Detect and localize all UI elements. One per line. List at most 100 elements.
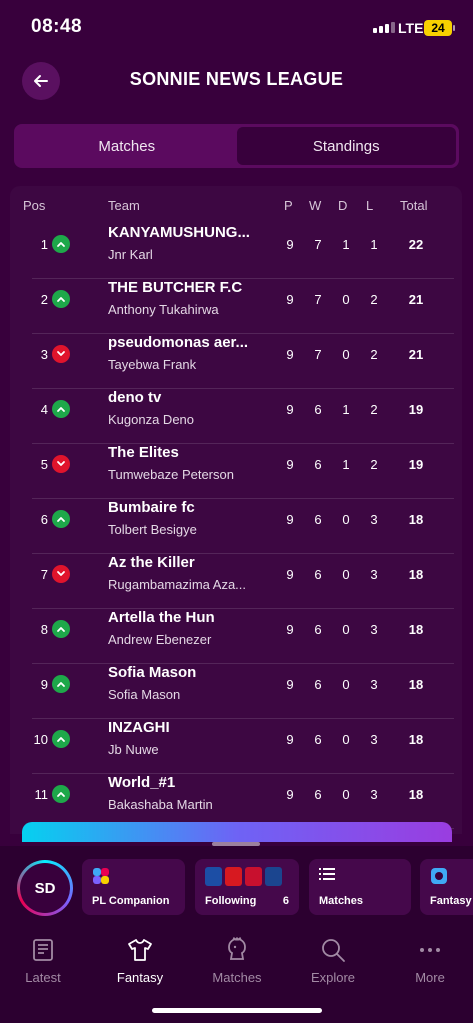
club-badges-icon: [205, 867, 285, 886]
team-name: deno tv: [108, 389, 162, 406]
team-name: pseudomonas aer...: [108, 334, 249, 351]
manager-name: Rugambamazima Aza...: [108, 577, 247, 592]
lost-value: 3: [370, 677, 378, 692]
lost-value: 1: [370, 237, 378, 252]
network-label: LTE: [398, 20, 424, 36]
matches-card[interactable]: Matches: [309, 859, 411, 915]
team-name: Bumbaire fc: [108, 499, 195, 516]
chevron-up-icon: [52, 785, 70, 803]
position-number: 11: [34, 787, 49, 802]
position-number: 1: [40, 237, 48, 252]
status-bar: 08:48 LTE 24: [0, 0, 473, 56]
won-value: 7: [314, 347, 322, 362]
position-number: 10: [33, 732, 48, 747]
search-icon: [286, 936, 380, 964]
nav-latest[interactable]: Latest: [0, 936, 90, 985]
team-name: World_#1: [108, 774, 176, 791]
table-row[interactable]: 11 World_#1 Bakashaba Martin 9 6 0 3 18: [32, 774, 454, 829]
list-icon: [319, 867, 335, 886]
drawn-value: 0: [342, 512, 350, 527]
chevron-up-icon: [52, 620, 70, 638]
pl-companion-card[interactable]: PL Companion: [82, 859, 185, 915]
lost-value: 2: [370, 457, 378, 472]
played-value: 9: [286, 237, 294, 252]
played-value: 9: [286, 347, 294, 362]
team-name: THE BUTCHER F.C: [108, 279, 243, 296]
total-points: 18: [408, 787, 424, 802]
played-value: 9: [286, 787, 294, 802]
table-row[interactable]: 1 KANYAMUSHUNG... Jnr Karl 9 7 1 1 22: [32, 224, 454, 279]
header-played: P: [284, 198, 293, 213]
drawn-value: 0: [342, 732, 350, 747]
nav-matches[interactable]: Matches: [190, 936, 284, 985]
manager-name: Anthony Tukahirwa: [108, 302, 219, 317]
fantasy-card[interactable]: Fantasy: [420, 859, 473, 915]
shortcut-strip: SD PL Companion Following 6 Matches Fant…: [0, 846, 473, 928]
team-name: KANYAMUSHUNG...: [108, 224, 250, 241]
following-label: Following: [205, 895, 257, 907]
chevron-up-icon: [52, 675, 70, 693]
header-drawn: D: [338, 198, 348, 213]
total-points: 21: [408, 292, 424, 307]
chevron-up-icon: [52, 730, 70, 748]
manager-name: Tayebwa Frank: [108, 357, 197, 372]
table-row[interactable]: 7 Az the Killer Rugambamazima Aza... 9 6 0 3 18: [32, 554, 454, 609]
tab-standings[interactable]: Standings: [236, 127, 456, 165]
table-row[interactable]: 6 Bumbaire fc Tolbert Besigye 9 6 0 3 18: [32, 499, 454, 554]
avatar[interactable]: SD: [17, 860, 73, 916]
lost-value: 3: [370, 622, 378, 637]
nav-explore[interactable]: Explore: [286, 936, 380, 985]
played-value: 9: [286, 512, 294, 527]
lost-value: 2: [370, 402, 378, 417]
table-row[interactable]: 3 pseudomonas aer... Tayebwa Frank 9 7 0 2 21: [32, 334, 454, 389]
table-row[interactable]: 8 Artella the Hun Andrew Ebenezer 9 6 0 3 18: [32, 609, 454, 664]
manager-name: Bakashaba Martin: [108, 797, 213, 812]
position-number: 9: [40, 677, 48, 692]
home-indicator: [152, 1008, 322, 1013]
table-row[interactable]: 4 deno tv Kugonza Deno 9 6 1 2 19: [32, 389, 454, 444]
drawn-value: 0: [342, 292, 350, 307]
won-value: 6: [314, 622, 322, 637]
team-name: Artella the Hun: [108, 609, 215, 626]
nav-fantasy-label: Fantasy: [116, 970, 164, 985]
team-name: INZAGHI: [108, 719, 170, 736]
following-card[interactable]: Following 6: [195, 859, 299, 915]
nav-matches-label: Matches: [212, 970, 262, 985]
pl-companion-label: PL Companion: [92, 895, 170, 907]
position-number: 7: [40, 567, 48, 582]
manager-name: Andrew Ebenezer: [108, 632, 212, 647]
drawn-value: 0: [342, 677, 350, 692]
total-points: 18: [408, 567, 424, 582]
won-value: 6: [314, 402, 322, 417]
table-row[interactable]: 10 INZAGHI Jb Nuwe 9 6 0 3 18: [32, 719, 454, 774]
position-number: 2: [40, 292, 48, 307]
chevron-up-icon: [52, 400, 70, 418]
nav-fantasy[interactable]: Fantasy: [93, 936, 187, 985]
fantasy-label: Fantasy: [430, 895, 472, 907]
drawn-value: 1: [342, 402, 350, 417]
drawn-value: 0: [342, 787, 350, 802]
lost-value: 3: [370, 732, 378, 747]
signal-icon: [373, 22, 395, 33]
nav-more-label: More: [415, 970, 445, 985]
drawn-value: 0: [342, 622, 350, 637]
won-value: 6: [314, 567, 322, 582]
total-points: 21: [408, 347, 424, 362]
nav-more[interactable]: More: [383, 936, 473, 985]
drawn-value: 0: [342, 347, 350, 362]
played-value: 9: [286, 292, 294, 307]
total-points: 19: [408, 402, 424, 417]
table-row[interactable]: 2 THE BUTCHER F.C Anthony Tukahirwa 9 7 0 2 21: [32, 279, 454, 334]
tab-matches[interactable]: Matches: [17, 127, 237, 165]
table-row[interactable]: 9 Sofia Mason Sofia Mason 9 6 0 3 18: [32, 664, 454, 719]
news-icon: [0, 936, 90, 964]
drawn-value: 1: [342, 457, 350, 472]
table-row[interactable]: 5 The Elites Tumwebaze Peterson 9 6 1 2 19: [32, 444, 454, 499]
pl-companion-icon: [92, 867, 110, 890]
chevron-down-icon: [52, 345, 70, 363]
lost-value: 3: [370, 512, 378, 527]
manager-name: Jb Nuwe: [108, 742, 159, 757]
promo-banner-edge: [22, 822, 452, 842]
total-points: 18: [408, 677, 424, 692]
won-value: 6: [314, 457, 322, 472]
